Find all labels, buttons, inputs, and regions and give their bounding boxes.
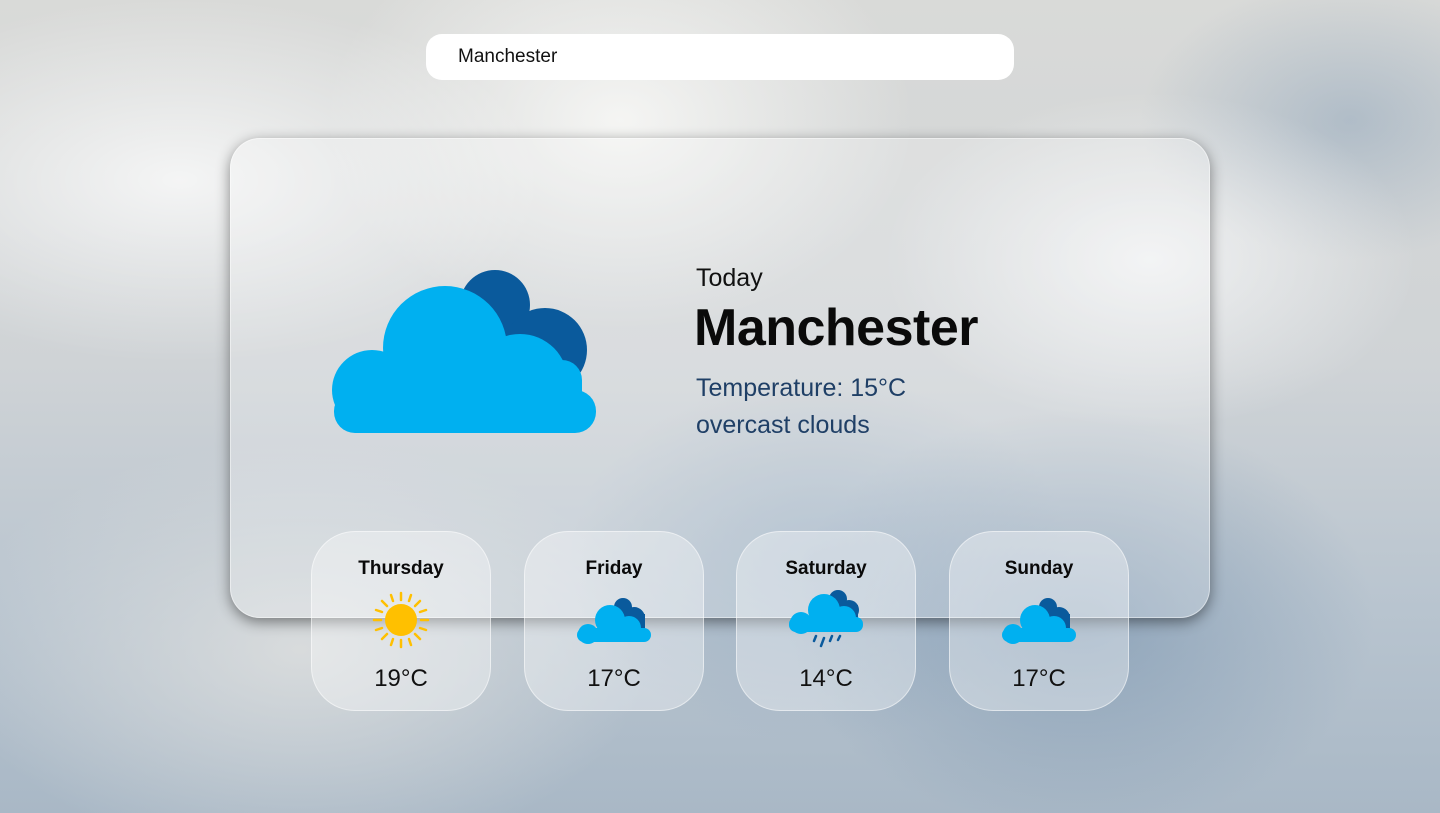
- forecast-card-sunday: Sunday 17°C: [949, 531, 1129, 711]
- forecast-temp: 14°C: [799, 665, 853, 692]
- weather-description: overcast clouds: [696, 411, 870, 439]
- cloud-icon: [577, 598, 651, 644]
- current-temperature: Temperature: 15°C: [696, 374, 907, 402]
- forecast-card-friday: Friday 17°C: [524, 531, 704, 711]
- today-label: Today: [696, 264, 763, 292]
- overcast-clouds-icon: [332, 270, 596, 433]
- city-search-input[interactable]: [426, 34, 1014, 80]
- rain-cloud-icon: [789, 590, 863, 648]
- forecast-temp: 17°C: [587, 665, 641, 692]
- cloud-icon: [1002, 598, 1076, 644]
- city-title: Manchester: [694, 299, 979, 357]
- forecast-day-name: Saturday: [785, 558, 867, 579]
- forecast-card-thursday: Thursday 19°C: [311, 531, 491, 711]
- forecast-day-name: Thursday: [358, 558, 444, 579]
- forecast-card-saturday: Saturday 14°C: [736, 531, 916, 711]
- forecast-temp: 19°C: [374, 665, 428, 692]
- forecast-temp: 17°C: [1012, 665, 1066, 692]
- forecast-day-name: Sunday: [1004, 558, 1074, 579]
- forecast-day-name: Friday: [585, 558, 643, 579]
- sun-icon: [372, 591, 430, 649]
